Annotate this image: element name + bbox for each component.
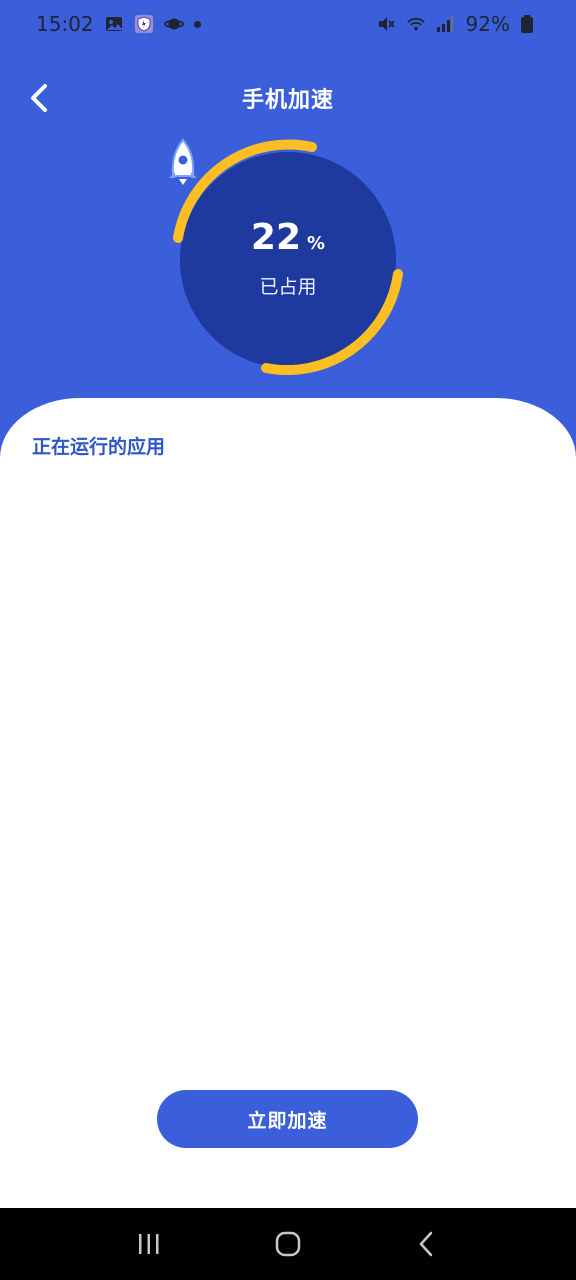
battery-icon — [520, 14, 540, 34]
header: 手机加速 — [0, 70, 576, 126]
navigation-bar — [0, 1208, 576, 1280]
back-nav-button[interactable] — [403, 1220, 451, 1268]
percent-row: 22 % — [250, 216, 326, 258]
gallery-icon — [104, 14, 124, 34]
home-icon — [275, 1231, 301, 1257]
percent-unit: % — [307, 232, 326, 254]
wifi-icon — [406, 14, 426, 34]
notification-dot — [193, 20, 201, 28]
usage-gauge: 22 % 已占用 — [166, 138, 410, 382]
back-icon — [418, 1231, 432, 1257]
back-button[interactable] — [18, 76, 62, 120]
status-bar: 15:02 92% — [0, 0, 576, 48]
recent-apps-icon — [139, 1234, 159, 1254]
usage-label: 已占用 — [259, 275, 317, 298]
shield-app-icon — [134, 14, 154, 34]
running-apps-card: 正在运行的应用 立即加速 — [0, 398, 576, 1208]
mute-icon — [376, 14, 396, 34]
home-button[interactable] — [264, 1220, 312, 1268]
recent-apps-button[interactable] — [125, 1220, 173, 1268]
status-time: 15:02 — [36, 12, 94, 36]
chevron-left-icon — [31, 84, 47, 112]
page-title: 手机加速 — [241, 88, 334, 113]
signal-icon — [436, 14, 456, 34]
planet-app-icon — [163, 14, 184, 34]
section-title: 正在运行的应用 — [32, 436, 166, 458]
battery-percent: 92% — [465, 12, 510, 36]
gauge-center: 22 % 已占用 — [166, 138, 410, 382]
status-left: 15:02 — [36, 12, 201, 36]
accelerate-button[interactable]: 立即加速 — [157, 1090, 418, 1148]
status-right: 92% — [376, 12, 540, 36]
usage-percent: 22 — [250, 216, 302, 258]
